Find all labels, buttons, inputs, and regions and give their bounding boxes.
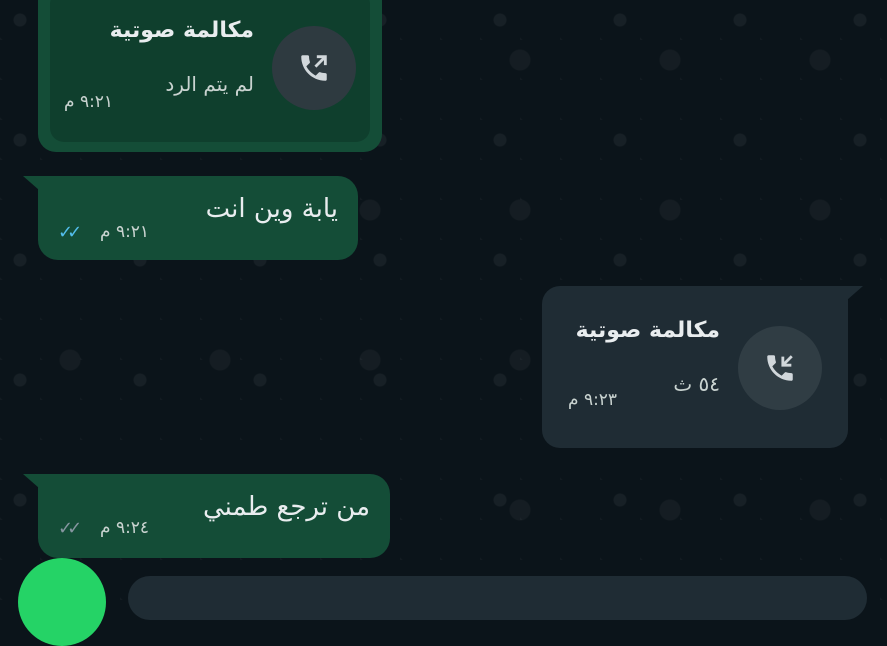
- delivered-receipt-icon: ✓✓: [58, 518, 82, 539]
- call-icon-circle: [738, 326, 822, 410]
- message-text: من ترجع طمني: [203, 492, 370, 522]
- incoming-call-bubble[interactable]: مكالمة صوتية ٥٤ ث ٩:٢٣ م: [542, 286, 863, 448]
- message-time: ٩:٢٣ م: [568, 390, 618, 410]
- message-text: يابة وين انت: [205, 194, 338, 224]
- outgoing-message-bubble[interactable]: من ترجع طمني ٩:٢٤ م ✓✓: [23, 474, 390, 558]
- message-time: ٩:٢٤ م: [100, 518, 150, 538]
- call-status: لم يتم الرد: [165, 72, 254, 96]
- call-title: مكالمة صوتية: [575, 318, 720, 343]
- bubble-tail: [847, 286, 863, 300]
- call-duration: ٥٤ ث: [673, 372, 720, 396]
- outgoing-call-icon: [301, 55, 327, 81]
- bubble-tail: [23, 474, 39, 488]
- message-time: ٩:٢١ م: [100, 222, 150, 242]
- outgoing-message-bubble[interactable]: يابة وين انت ٩:٢١ م ✓✓: [23, 176, 358, 260]
- incoming-call-icon: [767, 355, 793, 381]
- message-time: ٩:٢١ م: [64, 92, 114, 112]
- call-title: مكالمة صوتية: [109, 18, 254, 43]
- message-input-bar[interactable]: [128, 576, 867, 620]
- call-icon-circle: [272, 26, 356, 110]
- action-button[interactable]: [18, 558, 106, 646]
- bubble-tail: [23, 176, 39, 190]
- outgoing-call-bubble[interactable]: مكالمة صوتية لم يتم الرد ٩:٢١ م: [38, 0, 382, 152]
- read-receipt-icon: ✓✓: [58, 222, 82, 243]
